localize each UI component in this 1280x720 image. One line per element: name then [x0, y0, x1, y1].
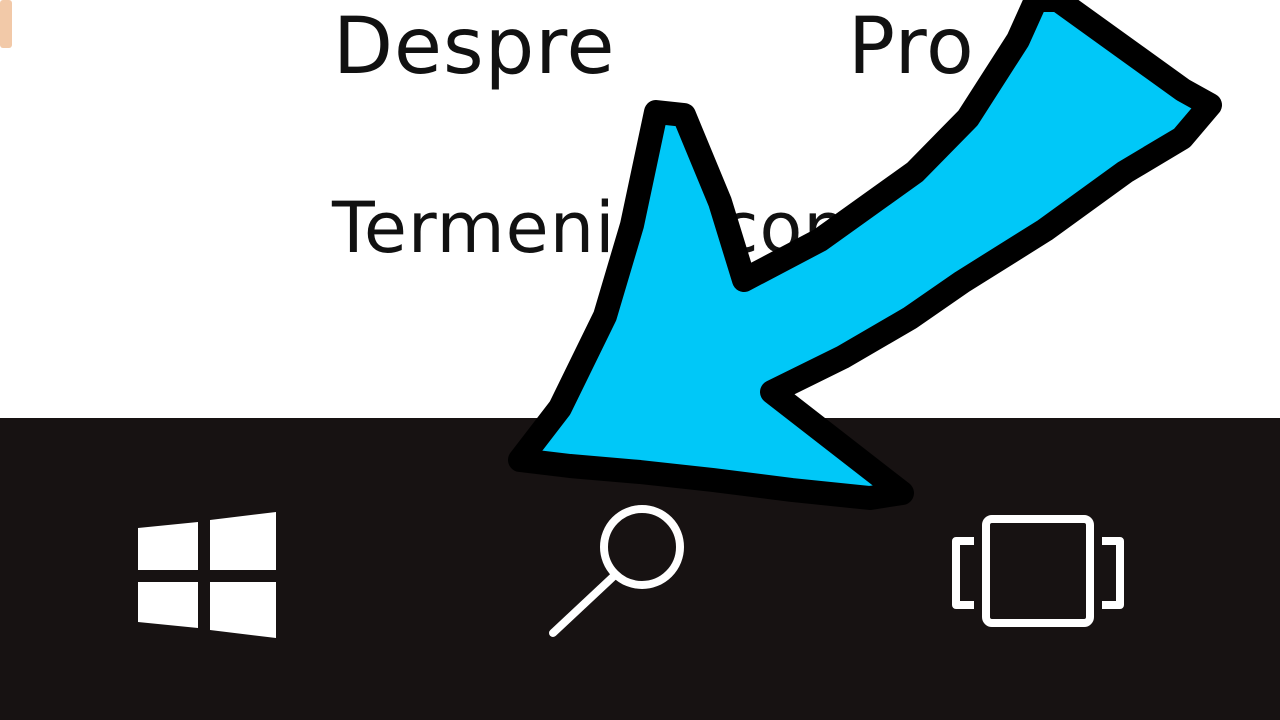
search-icon [549, 505, 684, 637]
task-view-icon [952, 515, 1124, 627]
start-button[interactable] [120, 500, 290, 650]
link-cut-off [0, 0, 20, 48]
link-partial[interactable]: Pro [848, 8, 975, 86]
windows-logo-icon [138, 512, 276, 638]
link-termeni[interactable]: Termeni și condiții [332, 193, 984, 263]
link-despre[interactable]: Despre [333, 8, 616, 86]
screen: Despre Pro Termeni și condiții [0, 0, 1280, 720]
search-button[interactable] [535, 495, 715, 645]
task-view-button[interactable] [938, 505, 1138, 635]
